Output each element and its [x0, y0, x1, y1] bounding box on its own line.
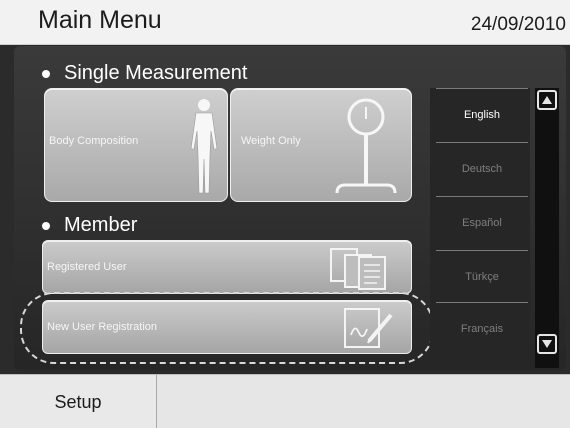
arrow-up-icon: [542, 96, 552, 104]
main-menu-screen: Main Menu 24/09/2010 Single Measurement …: [0, 0, 570, 428]
button-label: Weight Only: [241, 135, 301, 147]
bottom-bar: Setup: [0, 374, 570, 428]
bullet-icon: [42, 221, 50, 230]
language-scrollbar[interactable]: [535, 88, 559, 368]
language-list: English Deutsch Español Türkçe Français: [430, 88, 530, 368]
weight-only-button[interactable]: Weight Only: [230, 88, 412, 202]
section-member: Member: [42, 214, 137, 237]
bullet-icon: [42, 69, 50, 78]
setup-button[interactable]: Setup: [0, 375, 157, 428]
scale-icon: [335, 98, 397, 194]
date-display: 24/09/2010: [470, 14, 566, 35]
documents-icon: [330, 248, 386, 290]
button-label: New User Registration: [47, 321, 158, 333]
language-option-espanol[interactable]: Español: [436, 196, 528, 249]
section-single-measurement: Single Measurement: [42, 62, 247, 85]
registered-user-button[interactable]: Registered User: [42, 240, 412, 294]
new-user-registration-button[interactable]: New User Registration: [42, 300, 412, 354]
header: Main Menu 24/09/2010: [0, 0, 570, 45]
scroll-down-button[interactable]: [537, 334, 557, 354]
page-title: Main Menu: [38, 6, 162, 34]
language-option-francais[interactable]: Français: [436, 302, 528, 355]
arrow-down-icon: [542, 340, 552, 348]
scroll-up-button[interactable]: [537, 90, 557, 110]
section-heading: Single Measurement: [64, 62, 248, 84]
section-heading: Member: [64, 214, 138, 236]
body-composition-button[interactable]: Body Composition: [44, 88, 228, 202]
language-option-deutsch[interactable]: Deutsch: [436, 142, 528, 195]
language-option-turkce[interactable]: Türkçe: [436, 250, 528, 303]
button-label: Body Composition: [49, 135, 139, 147]
language-option-english[interactable]: English: [436, 88, 528, 141]
button-label: Registered User: [47, 261, 127, 273]
sign-document-icon: [344, 308, 393, 348]
body-icon: [190, 99, 218, 194]
